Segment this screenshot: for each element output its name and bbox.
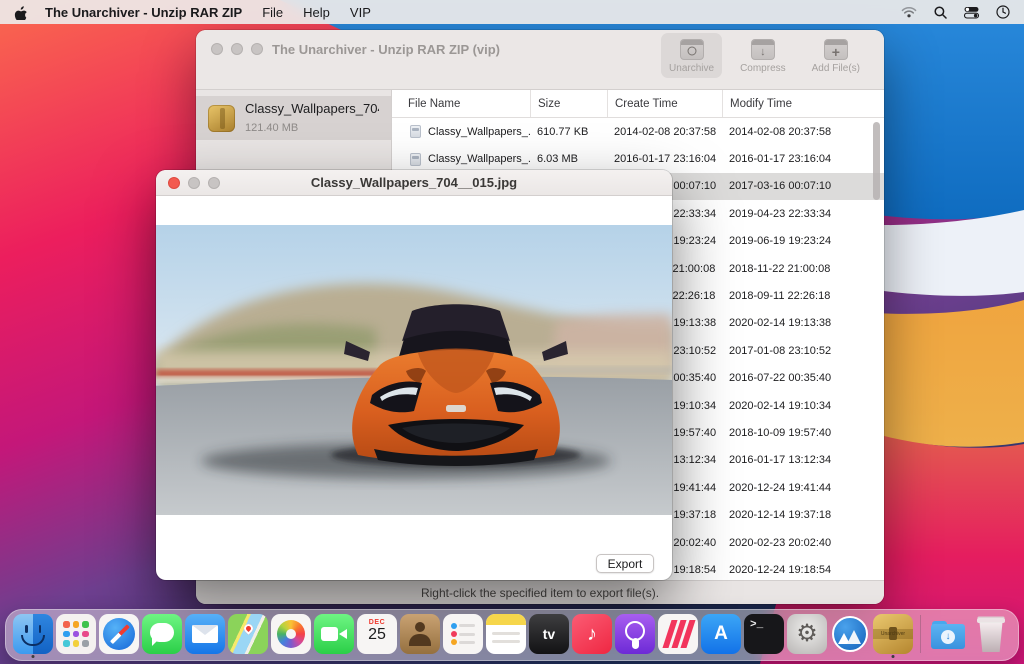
menu-help[interactable]: Help bbox=[303, 5, 330, 20]
dock-trash-icon[interactable] bbox=[970, 614, 1012, 658]
wifi-icon[interactable] bbox=[901, 6, 917, 18]
preview-traffic-lights bbox=[168, 177, 220, 189]
dock-terminal-icon[interactable]: >_ bbox=[743, 614, 785, 658]
table-header: File NameSizeCreate TimeModify Time bbox=[392, 90, 884, 118]
table-row[interactable]: Classy_Wallpapers_...6.03 MB2016-01-17 2… bbox=[392, 145, 884, 172]
menu-bar-menus: File Help VIP bbox=[262, 5, 371, 20]
export-button[interactable]: Export bbox=[596, 554, 654, 573]
dock-safari-icon[interactable] bbox=[98, 614, 140, 658]
table-scrollbar[interactable] bbox=[873, 122, 880, 200]
clock-icon[interactable] bbox=[996, 5, 1010, 19]
column-header-create-time[interactable]: Create Time bbox=[607, 90, 722, 117]
menu-bar-status-area bbox=[901, 5, 1010, 19]
control-center-icon[interactable] bbox=[964, 6, 979, 19]
column-header-size[interactable]: Size bbox=[530, 90, 607, 117]
main-window-title: The Unarchiver - Unzip RAR ZIP (vip) bbox=[272, 42, 500, 57]
status-bar: Right-click the specified item to export… bbox=[196, 580, 884, 604]
table-row[interactable]: Classy_Wallpapers_...610.77 KB2014-02-08… bbox=[392, 118, 884, 145]
main-traffic-lights bbox=[211, 43, 263, 55]
dock-calendar-icon[interactable]: DEC25 bbox=[356, 614, 398, 658]
dock-separator bbox=[920, 615, 921, 653]
dock-contacts-icon[interactable] bbox=[399, 614, 441, 658]
archive-file-icon bbox=[208, 105, 235, 132]
dock-settings-icon[interactable]: ⚙ bbox=[786, 614, 828, 658]
dock-appstore-icon[interactable]: A bbox=[700, 614, 742, 658]
preview-title: Classy_Wallpapers_704__015.jpg bbox=[311, 175, 517, 190]
image-preview-window: Classy_Wallpapers_704__015.jpg bbox=[156, 170, 672, 580]
dock-podcasts-icon[interactable] bbox=[614, 614, 656, 658]
toolbar-compress-button[interactable]: ↓Compress bbox=[732, 33, 794, 78]
dock-finder-icon[interactable] bbox=[12, 614, 54, 658]
dock-messages-icon[interactable] bbox=[141, 614, 183, 658]
apple-menu-icon[interactable] bbox=[14, 5, 29, 20]
menu-bar: The Unarchiver - Unzip RAR ZIP File Help V… bbox=[0, 0, 1024, 24]
search-icon[interactable] bbox=[934, 6, 947, 19]
dock-reminders-icon[interactable] bbox=[442, 614, 484, 658]
car-photo bbox=[156, 225, 672, 515]
status-text: Right-click the specified item to export… bbox=[421, 586, 659, 600]
menu-file[interactable]: File bbox=[262, 5, 283, 20]
dock-unarchiver-icon[interactable]: Unarchiver bbox=[872, 614, 914, 658]
preview-close-button[interactable] bbox=[168, 177, 180, 189]
column-header-modify-time[interactable]: Modify Time bbox=[722, 90, 876, 117]
dock-news-icon[interactable] bbox=[657, 614, 699, 658]
dock-music-icon[interactable]: ♪ bbox=[571, 614, 613, 658]
compress-icon: ↓ bbox=[751, 39, 775, 60]
main-window-titlebar: The Unarchiver - Unzip RAR ZIP (vip) Una… bbox=[196, 30, 884, 90]
active-app-name[interactable]: The Unarchiver - Unzip RAR ZIP bbox=[45, 5, 242, 20]
menu-vip[interactable]: VIP bbox=[350, 5, 371, 20]
image-file-icon bbox=[410, 125, 421, 138]
dock-maps-icon[interactable] bbox=[227, 614, 269, 658]
dock-mail-icon[interactable] bbox=[184, 614, 226, 658]
preview-titlebar: Classy_Wallpapers_704__015.jpg bbox=[156, 170, 672, 196]
toolbar-unarchive-button[interactable]: Unarchive bbox=[661, 33, 722, 78]
unarchive-icon bbox=[680, 39, 704, 60]
preview-zoom-button[interactable] bbox=[208, 177, 220, 189]
archive-size: 121.40 MB bbox=[245, 122, 298, 134]
dock-appletv-icon[interactable]: tv bbox=[528, 614, 570, 658]
dock-facetime-icon[interactable] bbox=[313, 614, 355, 658]
archive-name: Classy_Wallpapers_704... bbox=[245, 101, 379, 116]
dock-notes-icon[interactable] bbox=[485, 614, 527, 658]
add-files-icon: + bbox=[824, 39, 848, 60]
dock-photos-icon[interactable] bbox=[270, 614, 312, 658]
dock-mountain-icon[interactable] bbox=[829, 614, 871, 658]
column-header-file-name[interactable]: File Name bbox=[392, 98, 530, 110]
preview-minimize-button[interactable] bbox=[188, 177, 200, 189]
close-button[interactable] bbox=[211, 43, 223, 55]
toolbar-add-file-s--button[interactable]: +Add File(s) bbox=[804, 33, 868, 78]
zoom-button[interactable] bbox=[251, 43, 263, 55]
dock-downloads-icon[interactable]: ↓ bbox=[927, 614, 969, 658]
dock-launchpad-icon[interactable] bbox=[55, 614, 97, 658]
sidebar-archive-item[interactable]: Classy_Wallpapers_704... 121.40 MB bbox=[196, 96, 391, 140]
toolbar: Unarchive↓Compress+Add File(s) bbox=[661, 33, 868, 78]
minimize-button[interactable] bbox=[231, 43, 243, 55]
image-file-icon bbox=[410, 153, 421, 166]
dock: DEC25 tv♪ A>_⚙ Unarchiver ↓ bbox=[5, 609, 1019, 661]
